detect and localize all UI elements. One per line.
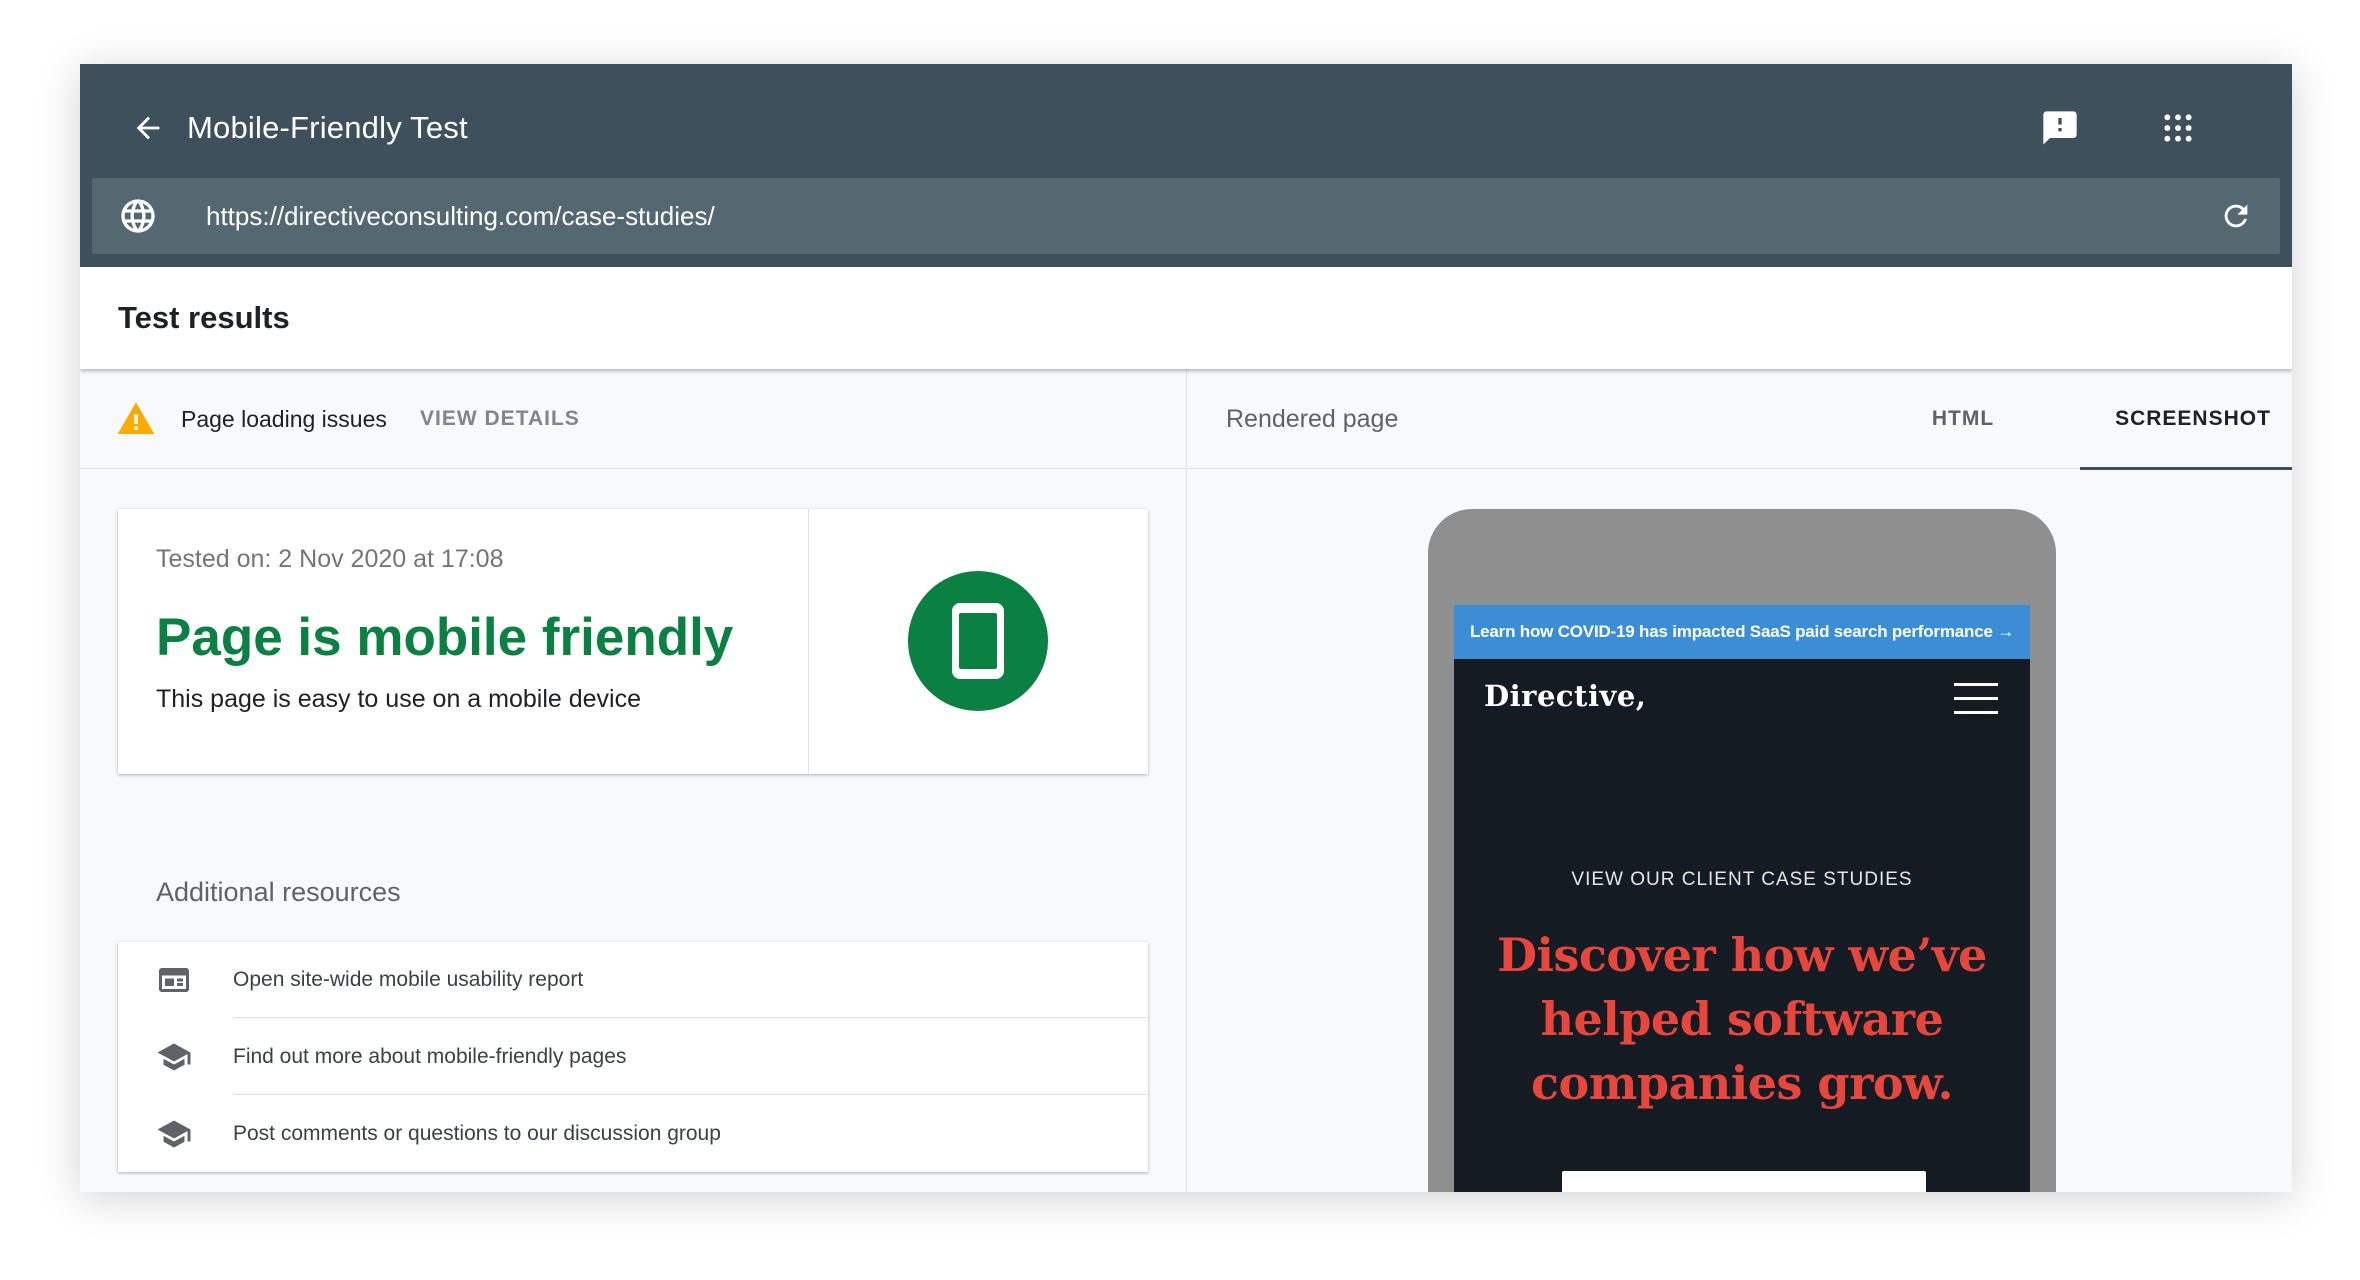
school-icon <box>157 1120 191 1148</box>
rendered-screenshot[interactable]: Learn how COVID-19 has impacted SaaS pai… <box>1454 605 2030 1192</box>
cta-button <box>1562 1171 1926 1192</box>
active-tab-indicator <box>2080 467 2292 470</box>
results-header: Test results <box>80 267 2292 369</box>
warning-icon <box>117 402 155 434</box>
tested-on-text: Tested on: 2 Nov 2020 at 17:08 <box>156 545 504 573</box>
globe-icon <box>121 199 155 233</box>
issues-text: Page loading issues <box>181 406 387 432</box>
resource-label[interactable]: Find out more about mobile-friendly page… <box>233 1019 626 1095</box>
card-divider <box>808 509 809 774</box>
result-card: Tested on: 2 Nov 2020 at 17:08 Page is m… <box>118 509 1148 774</box>
verdict-heading: Page is mobile friendly <box>156 608 734 667</box>
reload-icon <box>2224 204 2248 228</box>
resource-usability-report[interactable]: Open site-wide mobile usability report <box>118 942 1148 1018</box>
app-window: Mobile-Friendly Test https://directiveco… <box>80 64 2292 1192</box>
report-icon <box>159 968 189 992</box>
school-icon <box>157 1043 191 1071</box>
additional-resources-title: Additional resources <box>156 877 401 907</box>
resources-list: Open site-wide mobile usability report F… <box>118 942 1148 1172</box>
reload-button[interactable] <box>2212 192 2260 240</box>
rendered-page-bar: Rendered page HTML SCREENSHOT <box>1188 369 2292 470</box>
resource-label[interactable]: Post comments or questions to our discus… <box>233 1096 721 1172</box>
rendered-page-panel: Rendered page HTML SCREENSHOT Learn how … <box>1188 369 2292 1192</box>
rendered-page-title: Rendered page <box>1226 405 1399 433</box>
tab-html[interactable]: HTML <box>1898 369 2028 469</box>
page-loading-issues-bar: Page loading issues VIEW DETAILS <box>80 369 1186 469</box>
verdict-description: This page is easy to use on a mobile dev… <box>156 685 641 713</box>
feedback-icon <box>2043 111 2077 145</box>
app-title: Mobile-Friendly Test <box>187 110 468 145</box>
apps-grid-icon <box>2164 114 2192 142</box>
resource-mobile-friendly-pages[interactable]: Find out more about mobile-friendly page… <box>118 1019 1148 1095</box>
row-divider <box>233 1094 1148 1095</box>
back-button[interactable] <box>116 96 180 160</box>
tab-screenshot[interactable]: SCREENSHOT <box>2080 369 2292 470</box>
site-logo: Directive, <box>1484 679 1647 713</box>
results-title: Test results <box>118 300 290 335</box>
url-text[interactable]: https://directiveconsulting.com/case-stu… <box>206 178 715 254</box>
apps-button[interactable] <box>2148 98 2208 158</box>
view-details-button[interactable]: VIEW DETAILS <box>420 369 580 469</box>
arrow-left-icon <box>136 116 160 140</box>
url-bar[interactable]: https://directiveconsulting.com/case-stu… <box>92 178 2280 254</box>
hero-headline: Discover how we’ve helped software compa… <box>1497 928 1987 1110</box>
resource-discussion-group[interactable]: Post comments or questions to our discus… <box>118 1096 1148 1172</box>
row-divider <box>233 1017 1148 1018</box>
feedback-button[interactable] <box>2030 98 2090 158</box>
results-panel: Page loading issues VIEW DETAILS Tested … <box>80 369 1187 1192</box>
eyebrow-text: VIEW OUR CLIENT CASE STUDIES <box>1571 869 1913 890</box>
resource-label[interactable]: Open site-wide mobile usability report <box>233 942 583 1018</box>
covid-banner: Learn how COVID-19 has impacted SaaS pai… <box>1454 605 2030 659</box>
hamburger-menu-icon <box>1954 683 1998 715</box>
app-bar: Mobile-Friendly Test https://directiveco… <box>80 64 2292 267</box>
mobile-phone-icon <box>908 571 1048 711</box>
phone-frame: Learn how COVID-19 has impacted SaaS pai… <box>1428 509 2056 1192</box>
tab-screenshot-label: SCREENSHOT <box>2115 407 2271 430</box>
